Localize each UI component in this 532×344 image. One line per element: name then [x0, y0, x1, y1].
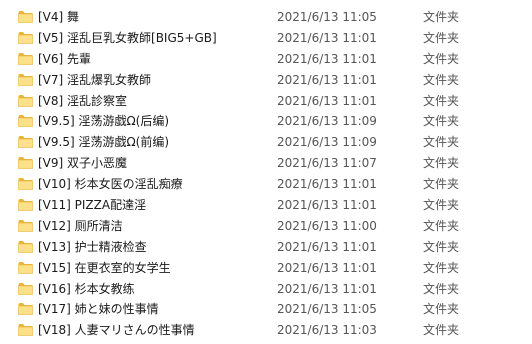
modified-date: 2021/6/13 11:00: [277, 218, 377, 233]
file-name: [V7] 淫乱爆乳女教師: [38, 72, 152, 87]
file-type: 文件夹: [423, 281, 460, 296]
file-name: [V16] 杉本女教练: [38, 281, 135, 296]
file-type: 文件夹: [423, 93, 460, 108]
modified-date: 2021/6/13 11:05: [277, 302, 377, 317]
modified-date: 2021/6/13 11:09: [277, 135, 377, 150]
list-item[interactable]: [V17] 姉と妹の性事情 2021/6/13 11:05 文件夹: [0, 299, 532, 320]
file-list: [V4] 舞 2021/6/13 11:05 文件夹 [V5] 淫乱巨乳女教師[…: [0, 0, 532, 344]
folder-icon: [18, 52, 33, 65]
folder-icon: [18, 10, 33, 23]
modified-date: 2021/6/13 11:01: [277, 93, 377, 108]
modified-date: 2021/6/13 11:05: [277, 10, 377, 24]
list-item[interactable]: [V15] 在更衣室的女学生 2021/6/13 11:01 文件夹: [0, 258, 532, 279]
file-type: 文件夹: [423, 323, 460, 338]
list-item[interactable]: [V11] PIZZA配達淫 2021/6/13 11:01 文件夹: [0, 195, 532, 216]
file-name: [V10] 杉本女医の淫乱痴療: [38, 177, 183, 192]
folder-icon: [18, 198, 33, 211]
list-item[interactable]: [V4] 舞 2021/6/13 11:05 文件夹: [0, 7, 532, 28]
modified-date: 2021/6/13 11:07: [277, 156, 377, 171]
file-type: 文件夹: [423, 72, 460, 87]
file-name: [V18] 人妻マリさんの性事情: [38, 323, 195, 338]
modified-date: 2021/6/13 11:01: [277, 260, 377, 275]
list-item[interactable]: [V9] 双子小恶魔 2021/6/13 11:07 文件夹: [0, 153, 532, 174]
modified-date: 2021/6/13 11:01: [277, 72, 377, 87]
file-type: 文件夹: [423, 260, 460, 275]
file-name: [V11] PIZZA配達淫: [38, 198, 147, 213]
file-name: [V8] 淫乱診察室: [38, 93, 128, 108]
folder-icon: [18, 156, 33, 170]
file-type: 文件夹: [423, 177, 460, 192]
modified-date: 2021/6/13 11:09: [277, 114, 377, 129]
file-name: [V6] 先輩: [38, 51, 92, 66]
list-item[interactable]: [V9.5] 淫荡游戯Ω(后编) 2021/6/13 11:09 文件夹: [0, 111, 532, 132]
file-type: 文件夹: [423, 51, 460, 66]
file-type: 文件夹: [423, 10, 460, 24]
file-name: [V15] 在更衣室的女学生: [38, 260, 171, 275]
list-item[interactable]: [V9.5] 淫荡游戯Ω(前编) 2021/6/13 11:09 文件夹: [0, 132, 532, 153]
list-item[interactable]: [V8] 淫乱診察室 2021/6/13 11:01 文件夹: [0, 91, 532, 112]
modified-date: 2021/6/13 11:01: [277, 239, 377, 254]
modified-date: 2021/6/13 11:01: [277, 198, 377, 213]
folder-icon: [18, 73, 33, 86]
list-item[interactable]: [V13] 护士精液检查 2021/6/13 11:01 文件夹: [0, 237, 532, 258]
modified-date: 2021/6/13 11:01: [277, 51, 377, 66]
modified-date: 2021/6/13 11:01: [277, 30, 377, 45]
folder-icon: [18, 114, 33, 128]
file-type: 文件夹: [423, 156, 460, 171]
folder-icon: [18, 240, 33, 253]
folder-icon: [18, 261, 33, 274]
file-type: 文件夹: [423, 30, 460, 45]
file-type: 文件夹: [423, 198, 460, 213]
file-name: [V12] 厕所清洁: [38, 218, 123, 233]
list-item[interactable]: [V16] 杉本女教练 2021/6/13 11:01 文件夹: [0, 279, 532, 300]
list-item[interactable]: [V7] 淫乱爆乳女教師 2021/6/13 11:01 文件夹: [0, 70, 532, 91]
file-name: [V17] 姉と妹の性事情: [38, 302, 159, 317]
file-type: 文件夹: [423, 218, 460, 233]
file-name: [V9] 双子小恶魔: [38, 156, 128, 171]
file-type: 文件夹: [423, 239, 460, 254]
file-type: 文件夹: [423, 114, 460, 129]
file-type: 文件夹: [423, 135, 460, 150]
modified-date: 2021/6/13 11:01: [277, 281, 377, 296]
file-name: [V9.5] 淫荡游戯Ω(后编): [38, 114, 170, 129]
list-item[interactable]: [V12] 厕所清洁 2021/6/13 11:00 文件夹: [0, 216, 532, 237]
file-name: [V5] 淫乱巨乳女教師[BIG5+GB]: [38, 30, 217, 45]
folder-icon: [18, 135, 33, 149]
folder-icon: [18, 282, 33, 295]
folder-icon: [18, 31, 33, 44]
list-item[interactable]: [V10] 杉本女医の淫乱痴療 2021/6/13 11:01 文件夹: [0, 174, 532, 195]
list-item[interactable]: [V18] 人妻マリさんの性事情 2021/6/13 11:03 文件夹: [0, 320, 532, 341]
list-item[interactable]: [V5] 淫乱巨乳女教師[BIG5+GB] 2021/6/13 11:01 文件…: [0, 28, 532, 49]
folder-icon: [18, 323, 33, 337]
modified-date: 2021/6/13 11:03: [277, 323, 377, 338]
folder-icon: [18, 219, 33, 232]
folder-icon: [18, 94, 33, 107]
folder-icon: [18, 177, 33, 190]
file-name: [V9.5] 淫荡游戯Ω(前编): [38, 135, 170, 150]
file-name: [V13] 护士精液检查: [38, 239, 147, 254]
file-type: 文件夹: [423, 302, 460, 317]
modified-date: 2021/6/13 11:01: [277, 177, 377, 192]
file-name: [V4] 舞: [38, 10, 80, 24]
folder-icon: [18, 302, 33, 316]
list-item[interactable]: [V6] 先輩 2021/6/13 11:01 文件夹: [0, 49, 532, 70]
